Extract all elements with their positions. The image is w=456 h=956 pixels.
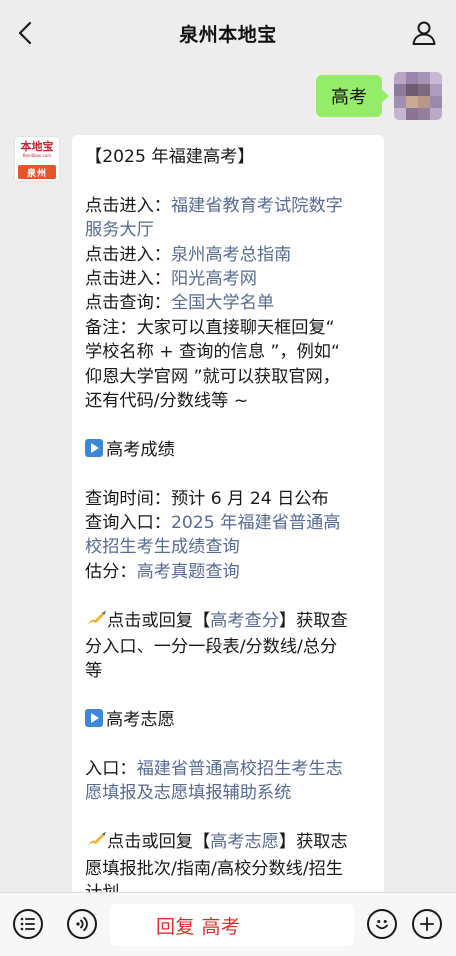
page-title: 泉州本地宝	[179, 23, 277, 46]
voice-icon[interactable]	[67, 909, 97, 939]
message-link-line: 入口：福建省普通高校招生考生志	[85, 757, 372, 781]
message-text: 点击进入：	[85, 244, 171, 265]
reply-keyword-link[interactable]: 高考志愿	[210, 832, 279, 852]
message-line: 等	[85, 659, 372, 683]
message-link-line: 点击进入：阳光高考网	[85, 267, 372, 291]
message-line: 计划	[85, 881, 372, 892]
message-text: 点击查询：	[85, 293, 171, 314]
message-line: 备注：大家可以直接聊天框回复“	[85, 316, 372, 340]
message-link[interactable]: 服务大厅	[85, 220, 154, 240]
message-line: 愿填报批次/指南/高校分数线/招生	[85, 857, 372, 881]
message-input-value: 回复 高考	[156, 915, 241, 938]
message-link-line: 愿填报及志愿填报辅助系统	[85, 781, 372, 805]
avatar-city-label: 泉州	[18, 165, 56, 179]
section-heading: 高考志愿	[85, 708, 372, 732]
user-message-bubble[interactable]: 高考	[316, 75, 389, 117]
section-title: 高考志愿	[106, 710, 175, 731]
user-icon[interactable]	[410, 19, 438, 47]
message-text: 点击进入：	[85, 269, 171, 290]
message-link-line: 校招生考生成绩查询	[85, 535, 372, 559]
message-text: 入口：	[85, 759, 137, 780]
message-line: 学校名称 + 查询的信息 ”，例如“	[85, 340, 372, 364]
play-button-icon	[85, 709, 103, 728]
reply-keyword-link[interactable]: 高考查分	[210, 611, 279, 631]
message-input[interactable]: 回复 高考	[110, 904, 354, 946]
message-text: 点击或回复【	[107, 832, 211, 853]
emoji-icon[interactable]	[367, 909, 397, 939]
message-link[interactable]: 福建省普通高校招生考生志	[137, 759, 343, 779]
message-line: 【2025 年福建高考】	[85, 145, 372, 169]
message-text: 仰恩大学官网 ”就可以获取官网，	[85, 366, 340, 387]
section-heading: 高考成绩	[85, 438, 372, 462]
message-text: 点击或回复【	[107, 610, 211, 631]
message-text: 查询入口：	[85, 513, 171, 534]
bot-avatar[interactable]: 本地宝 Bendibao.com 泉州	[14, 136, 60, 182]
reply-keyword-line: 点击或回复【高考志愿】获取志	[85, 830, 372, 856]
message-link-line: 点击进入：福建省教育考试院数字	[85, 194, 372, 218]
top-nav-bar: 泉州本地宝	[0, 0, 456, 66]
message-text: 备注：大家可以直接聊天框回复“	[85, 317, 335, 338]
message-link-line: 点击查询：全国大学名单	[85, 291, 372, 315]
message-line: 仰恩大学官网 ”就可以获取官网，	[85, 365, 372, 389]
message-text: 点击进入：	[85, 195, 171, 216]
message-text: 查询时间：预计 6 月 24 日公布	[85, 488, 329, 509]
message-line: 查询时间：预计 6 月 24 日公布	[85, 487, 372, 511]
message-link[interactable]: 泉州高考总指南	[171, 245, 291, 265]
message-text: 等	[85, 661, 103, 682]
message-text: 还有代码/分数线等 ~	[85, 391, 249, 412]
message-link[interactable]: 校招生考生成绩查询	[85, 537, 240, 557]
chevron-left-icon[interactable]	[14, 20, 38, 46]
message-link[interactable]: 愿填报及志愿填报辅助系统	[85, 783, 291, 803]
bendibao-logo: 本地宝 Bendibao.com	[20, 140, 54, 159]
message-text: 【2025 年福建高考】	[85, 147, 255, 167]
message-line: 分入口、一分一段表/分数线/总分	[85, 635, 372, 659]
play-button-icon	[85, 438, 103, 457]
message-line: 还有代码/分数线等 ~	[85, 389, 372, 413]
message-link-line: 服务大厅	[85, 218, 372, 242]
bot-message-bubble: 【2025 年福建高考】 点击进入：福建省教育考试院数字 服务大厅 点击进入：泉州高考…	[72, 135, 384, 892]
user-message-row: 高考	[316, 72, 442, 120]
reply-keyword-line: 点击或回复【高考查分】获取查	[85, 609, 372, 635]
writing-hand-icon	[85, 831, 107, 856]
message-text: 愿填报批次/指南/高校分数线/招生	[85, 858, 343, 879]
message-link[interactable]: 全国大学名单	[171, 293, 274, 313]
message-text: 】获取查	[278, 610, 348, 631]
message-text: 估分：	[85, 561, 137, 582]
message-link[interactable]: 高考真题查询	[137, 562, 240, 582]
chat-area[interactable]: 高考 本地宝 Bendibao.com 泉州 【2025 年福建高考】 点击进入：…	[0, 66, 456, 892]
user-avatar[interactable]	[394, 72, 442, 120]
message-text: 学校名称 + 查询的信息 ”，例如“	[85, 342, 340, 363]
message-text: 分入口、一分一段表/分数线/总分	[85, 637, 338, 658]
message-link[interactable]: 福建省教育考试院数字	[171, 196, 343, 216]
input-bar: 回复 高考	[0, 892, 456, 956]
plus-icon[interactable]	[412, 909, 442, 939]
menu-list-icon[interactable]	[13, 909, 43, 939]
message-link-line: 查询入口：2025 年福建省普通高	[85, 511, 372, 535]
message-text: 】获取志	[278, 832, 348, 853]
message-link[interactable]: 2025 年福建省普通高	[171, 513, 341, 533]
message-text: 计划	[85, 883, 119, 892]
message-link-line: 估分：高考真题查询	[85, 560, 372, 584]
section-title: 高考成绩	[106, 439, 175, 460]
writing-hand-icon	[85, 610, 107, 635]
message-link[interactable]: 阳光高考网	[171, 269, 257, 289]
message-link-line: 点击进入：泉州高考总指南	[85, 243, 372, 267]
